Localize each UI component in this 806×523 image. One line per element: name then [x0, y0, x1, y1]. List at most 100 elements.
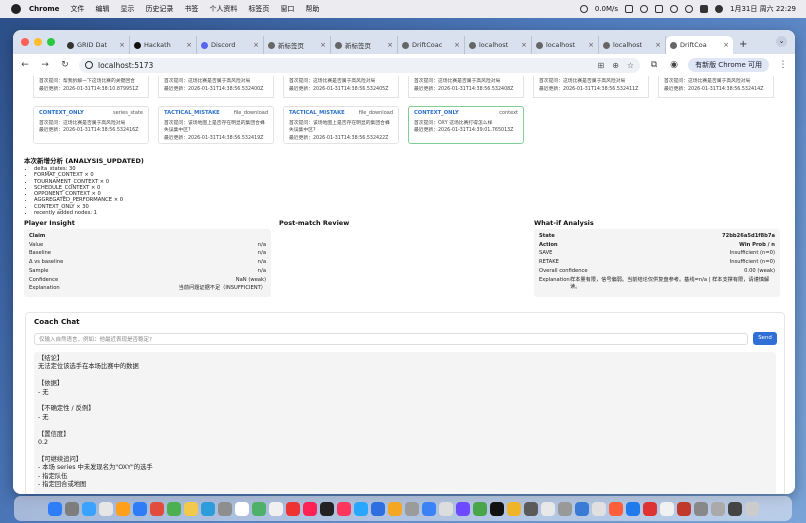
dock-app-icon[interactable]: [574, 501, 589, 516]
dock-app-icon[interactable]: [217, 501, 232, 516]
menu-item[interactable]: 个人资料: [209, 4, 237, 14]
tab-search-icon[interactable]: ⌄: [776, 36, 787, 47]
memory-card[interactable]: 首次提问：这场比赛是否属于高风险对局 最近更新：2026-01-31T14:38:…: [533, 76, 649, 98]
dock-app-icon[interactable]: [591, 501, 606, 516]
close-window-button[interactable]: [21, 38, 29, 46]
dock-app-icon[interactable]: [285, 501, 300, 516]
dock-app-icon[interactable]: [370, 501, 385, 516]
dock-app-icon[interactable]: [404, 501, 419, 516]
browser-tab[interactable]: GRID Dat ×: [63, 36, 130, 54]
dock-app-icon[interactable]: [302, 501, 317, 516]
memory-card[interactable]: TACTICAL_MISTAKE file_download 首次提问：该场地图上是…: [158, 106, 274, 144]
browser-tab[interactable]: localhost ×: [532, 36, 599, 54]
memory-card[interactable]: 首次提问：这场比赛是否属于高风险对局 最近更新：2026-01-31T14:38:…: [658, 76, 774, 98]
tab-close-icon[interactable]: ×: [387, 41, 393, 49]
dock-app-icon[interactable]: [47, 501, 62, 516]
zoom-window-button[interactable]: [47, 38, 55, 46]
tab-close-icon[interactable]: ×: [320, 41, 326, 49]
dock-app-icon[interactable]: [642, 501, 657, 516]
tab-close-icon[interactable]: ×: [588, 41, 594, 49]
dock-app-icon[interactable]: [489, 501, 504, 516]
browser-tab[interactable]: Hackath ×: [130, 36, 197, 54]
dock-app-icon[interactable]: [234, 501, 249, 516]
dock-app-icon[interactable]: [727, 501, 742, 516]
translate-icon[interactable]: ⊞: [598, 61, 605, 70]
dock-app-icon[interactable]: [455, 501, 470, 516]
memory-card[interactable]: CONTEXT_ONLY series_state 首次提问：这场比赛是否属于高风险…: [33, 106, 149, 144]
dock-app-icon[interactable]: [625, 501, 640, 516]
dock-app-icon[interactable]: [64, 501, 79, 516]
browser-tab[interactable]: Discord ×: [197, 36, 264, 54]
dock-app-icon[interactable]: [506, 501, 521, 516]
browser-tab[interactable]: DriftCoa ×: [666, 36, 733, 54]
send-button[interactable]: Send: [753, 332, 777, 345]
input-method-icon[interactable]: [655, 5, 664, 13]
dock-app-icon[interactable]: [438, 501, 453, 516]
dock-app-icon[interactable]: [472, 501, 487, 516]
menu-item[interactable]: 标签页: [248, 4, 269, 14]
browser-tab[interactable]: localhost ×: [465, 36, 532, 54]
dock-app-icon[interactable]: [336, 501, 351, 516]
record-icon[interactable]: [640, 5, 649, 13]
chat-input[interactable]: 仅输入自然语言，例如：他最近表现是否稳定?: [34, 333, 748, 345]
dock-app-icon[interactable]: [98, 501, 113, 516]
dock-app-icon[interactable]: [557, 501, 572, 516]
menu-item[interactable]: 文件: [70, 4, 84, 14]
tab-close-icon[interactable]: ×: [521, 41, 527, 49]
dock-app-icon[interactable]: [676, 501, 691, 516]
dock-app-icon[interactable]: [183, 501, 198, 516]
browser-tab[interactable]: DriftCoac ×: [398, 36, 465, 54]
bookmark-star-icon[interactable]: ☆: [627, 61, 634, 70]
minimize-window-button[interactable]: [34, 38, 42, 46]
memory-card[interactable]: TACTICAL_MISTAKE file_download 首次提问：该场地图上是…: [283, 106, 399, 144]
menu-item[interactable]: 书签: [184, 4, 198, 14]
profile-icon[interactable]: ◉: [668, 60, 680, 70]
dock-app-icon[interactable]: [268, 501, 283, 516]
memory-card[interactable]: 首次提问：这场比赛是否属于高风险对局 最近更新：2026-01-31T14:38:…: [283, 76, 399, 98]
forward-arrow-icon[interactable]: →: [39, 60, 51, 70]
dock-app-icon[interactable]: [319, 501, 334, 516]
memory-card[interactable]: 首次提问：这场比赛是否属于高风险对局 最近更新：2026-01-31T14:38:…: [158, 76, 274, 98]
tab-close-icon[interactable]: ×: [655, 41, 661, 49]
dock-app-icon[interactable]: [200, 501, 215, 516]
apple-icon[interactable]: [11, 4, 21, 14]
chrome-menu-icon[interactable]: ⋮: [777, 60, 789, 70]
dock-app-icon[interactable]: [149, 501, 164, 516]
tab-close-icon[interactable]: ×: [723, 41, 729, 49]
new-tab-button[interactable]: +: [733, 39, 753, 54]
tab-close-icon[interactable]: ×: [186, 41, 192, 49]
dock-app-icon[interactable]: [387, 501, 402, 516]
menu-item[interactable]: 历史记录: [145, 4, 173, 14]
browser-tab[interactable]: 新标签页 ×: [264, 36, 331, 54]
dock-app-icon[interactable]: [115, 501, 130, 516]
browser-tab[interactable]: localhost ×: [599, 36, 666, 54]
siri-icon[interactable]: [715, 5, 724, 13]
dock-app-icon[interactable]: [608, 501, 623, 516]
chrome-update-button[interactable]: 有新版 Chrome 可用: [688, 58, 769, 72]
dock-app-icon[interactable]: [166, 501, 181, 516]
dock-app-icon[interactable]: [693, 501, 708, 516]
menubar-clock[interactable]: 1月31日 周六 22:29: [730, 4, 796, 14]
menu-item[interactable]: 窗口: [280, 4, 294, 14]
wifi-icon[interactable]: [670, 5, 679, 13]
cpu-icon[interactable]: [625, 5, 634, 13]
memory-card[interactable]: CONTEXT_ONLY context 首次提问：OXY 这场比赛打得怎么样 最近更…: [408, 106, 524, 144]
tab-close-icon[interactable]: ×: [454, 41, 460, 49]
address-bar[interactable]: localhost:5173 ⊞ ⊕ ☆: [79, 57, 641, 73]
tab-close-icon[interactable]: ×: [253, 41, 259, 49]
dock-app-icon[interactable]: [540, 501, 555, 516]
dock-app-icon[interactable]: [353, 501, 368, 516]
dock-app-icon[interactable]: [251, 501, 266, 516]
menu-app-name[interactable]: Chrome: [29, 5, 59, 13]
back-arrow-icon[interactable]: ←: [19, 60, 31, 70]
site-info-icon[interactable]: [85, 61, 93, 69]
browser-tab[interactable]: 新标签页 ×: [331, 36, 398, 54]
menu-item[interactable]: 显示: [120, 4, 134, 14]
extensions-icon[interactable]: ⧉: [648, 60, 660, 70]
control-center-icon[interactable]: [700, 5, 709, 13]
menu-item[interactable]: 编辑: [95, 4, 109, 14]
dock-app-icon[interactable]: [523, 501, 538, 516]
dock-app-icon[interactable]: [132, 501, 147, 516]
tab-close-icon[interactable]: ×: [119, 41, 125, 49]
memory-card[interactable]: 首次提问：帮我拆解一下这场比赛的关键回合 最近更新：2026-01-31T14:3…: [33, 76, 149, 98]
